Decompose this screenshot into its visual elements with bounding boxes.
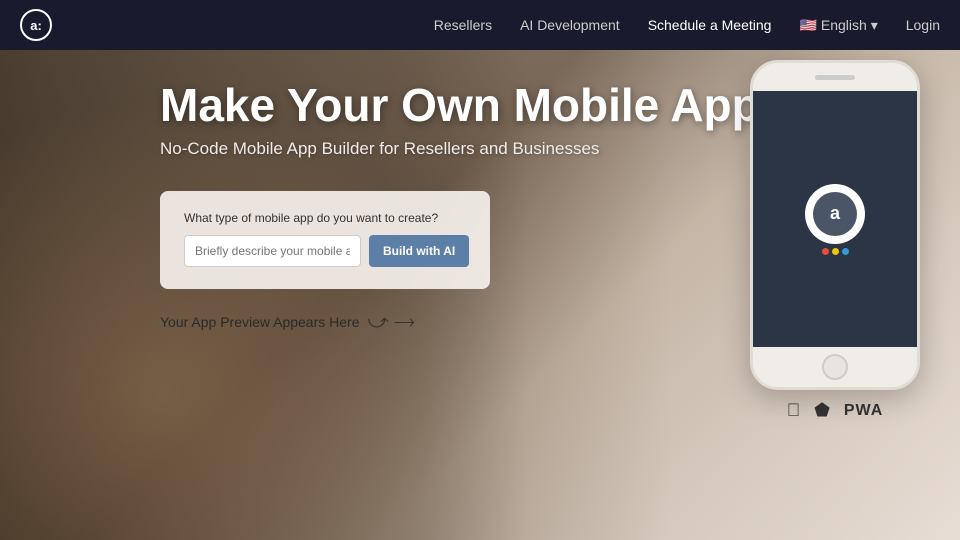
phone-container: a  ⬟ PWA — [750, 60, 920, 520]
logo-text: a: — [30, 18, 42, 33]
android-icon: ⬟ — [814, 400, 830, 421]
flag-icon: 🇺🇸 — [799, 17, 816, 34]
nav-login[interactable]: Login — [906, 17, 940, 33]
nav-lang-label: English ▾ — [821, 17, 878, 34]
preview-text: Your App Preview Appears Here — [160, 314, 360, 330]
platform-icons:  ⬟ PWA — [787, 400, 884, 421]
navbar: a: Resellers AI Development Schedule a M… — [0, 0, 960, 50]
apple-icon:  — [787, 400, 801, 421]
phone-screen: a — [753, 91, 917, 347]
phone-logo-inner: a — [813, 192, 857, 236]
dot-red — [822, 248, 829, 255]
phone-speaker — [815, 75, 855, 80]
app-form-box: What type of mobile app do you want to c… — [160, 191, 490, 289]
logo-circle: a: — [20, 9, 52, 41]
nav-language[interactable]: 🇺🇸 English ▾ — [799, 17, 877, 34]
dot-group — [822, 248, 849, 255]
form-row: Build with AI — [184, 235, 466, 267]
phone-mockup: a — [750, 60, 920, 390]
nav-schedule[interactable]: Schedule a Meeting — [648, 17, 772, 33]
nav-resellers[interactable]: Resellers — [434, 17, 492, 33]
phone-top — [753, 63, 917, 91]
home-button — [822, 354, 848, 380]
hero-section: Make Your Own Mobile App No-Code Mobile … — [0, 50, 960, 540]
pwa-badge: PWA — [844, 402, 883, 420]
arrow-icon: ⤻ ⟶ — [368, 311, 415, 334]
phone-bottom — [753, 347, 917, 387]
dot-blue — [842, 248, 849, 255]
logo[interactable]: a: — [20, 9, 52, 41]
nav-links: Resellers AI Development Schedule a Meet… — [434, 17, 940, 34]
dot-yellow — [832, 248, 839, 255]
phone-logo-circle: a — [805, 184, 865, 244]
phone-logo-letter: a — [830, 203, 840, 224]
build-ai-button[interactable]: Build with AI — [369, 235, 469, 267]
nav-ai-dev[interactable]: AI Development — [520, 17, 620, 33]
form-label: What type of mobile app do you want to c… — [184, 211, 466, 225]
app-description-input[interactable] — [184, 235, 361, 267]
